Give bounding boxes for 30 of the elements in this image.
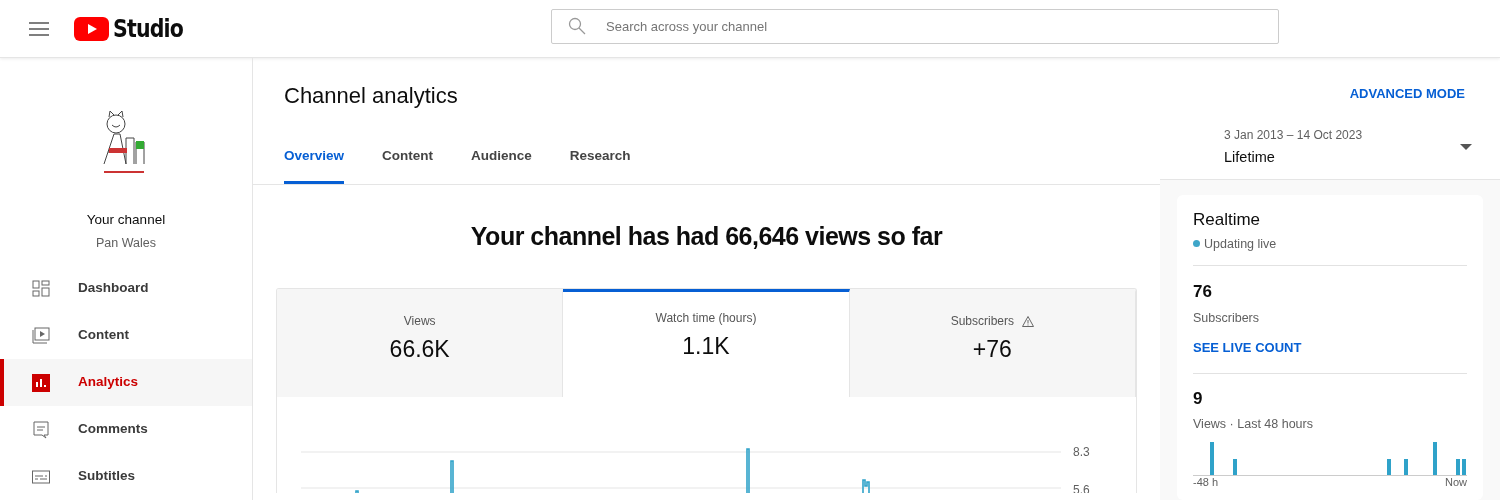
metric-tab[interactable]: Subscribers +76 — [849, 289, 1136, 398]
search-field[interactable]: Search across your channel — [551, 9, 1279, 44]
live-status: Updating live — [1204, 235, 1277, 253]
logo-text: Studio — [113, 12, 184, 45]
tab[interactable]: Audience — [471, 146, 532, 184]
advanced-mode-link[interactable]: ADVANCED MODE — [1349, 84, 1465, 104]
page-title: Channel analytics — [284, 83, 459, 110]
tab[interactable]: Overview — [284, 146, 345, 184]
sidebar-item[interactable]: Analytics — [0, 359, 252, 406]
sidebar-item[interactable]: Content — [0, 312, 252, 359]
realtime-title: Realtime — [1193, 209, 1262, 231]
channel-name: Pan Wales — [96, 235, 156, 253]
date-range-dropdown[interactable]: 3 Jan 2013 – 14 Oct 2023 Lifetime — [1224, 125, 1472, 169]
channel-title: Your channel — [86, 211, 166, 229]
axis-tick-label: 8.3 — [1073, 444, 1090, 462]
sidebar-item[interactable]: Dashboard — [0, 265, 252, 312]
views-label: Views · Last 48 hours — [1193, 416, 1314, 433]
sidebar-item[interactable]: Subtitles — [0, 453, 252, 500]
views-count: 9 — [1193, 387, 1204, 410]
see-live-count-link[interactable]: SEE LIVE COUNT — [1193, 337, 1302, 357]
axis-end-label: Now — [1445, 476, 1467, 488]
sidebar-item[interactable]: Comments — [0, 406, 252, 453]
subscriber-count: 76 — [1193, 281, 1213, 304]
tab[interactable]: Research — [569, 146, 631, 184]
views-headline: Your channel has had 66,646 views so far — [470, 220, 943, 252]
axis-start-label: -48 h — [1193, 476, 1219, 488]
subscriber-label: Subscribers — [1193, 309, 1260, 327]
metric-tab[interactable]: Views 66.6K — [277, 289, 564, 398]
tab[interactable]: Content — [382, 146, 434, 184]
metric-tab[interactable]: Watch time (hours) 1.1K — [563, 289, 850, 398]
